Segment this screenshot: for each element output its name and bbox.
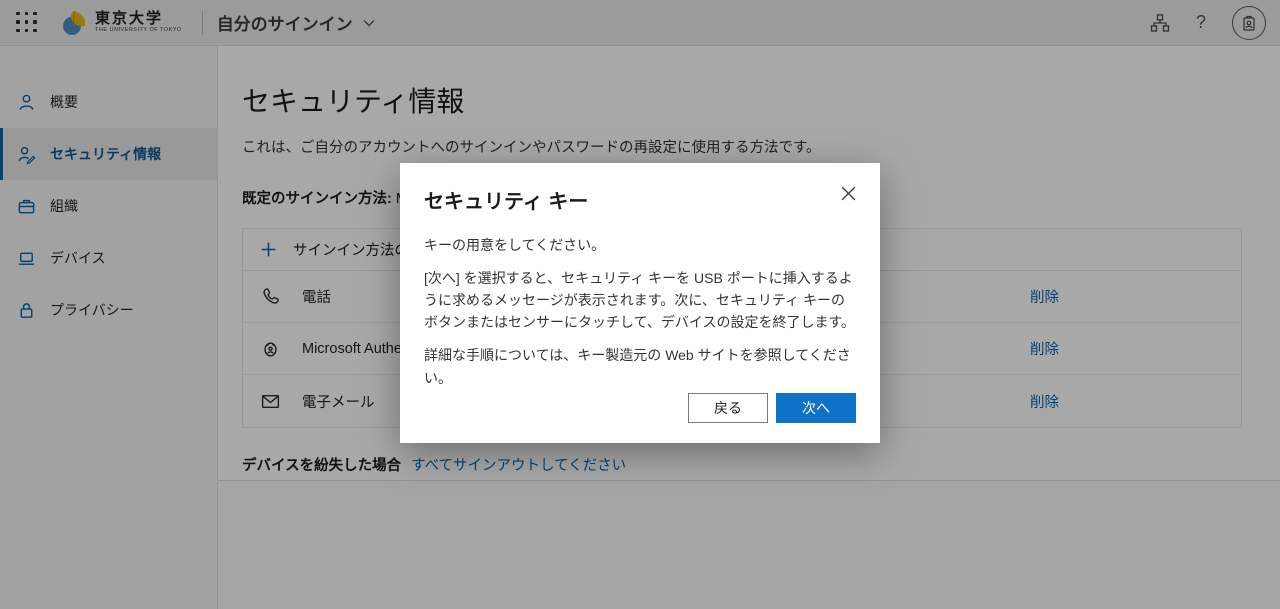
back-button[interactable]: 戻る	[688, 393, 768, 423]
dialog-paragraph: [次へ] を選択すると、セキュリティ キーを USB ポートに挿入するように求め…	[424, 267, 856, 333]
dialog-actions: 戻る 次へ	[688, 393, 856, 423]
dialog-paragraph: キーの用意をしてください。	[424, 234, 856, 256]
security-key-dialog: セキュリティ キー キーの用意をしてください。 [次へ] を選択すると、セキュリ…	[400, 163, 880, 443]
next-button[interactable]: 次へ	[776, 393, 856, 423]
dialog-title: セキュリティ キー	[424, 185, 856, 214]
dialog-paragraph: 詳細な手順については、キー製造元の Web サイトを参照してください。	[424, 344, 856, 388]
close-icon[interactable]	[838, 183, 858, 203]
dialog-body: キーの用意をしてください。 [次へ] を選択すると、セキュリティ キーを USB…	[424, 234, 856, 389]
